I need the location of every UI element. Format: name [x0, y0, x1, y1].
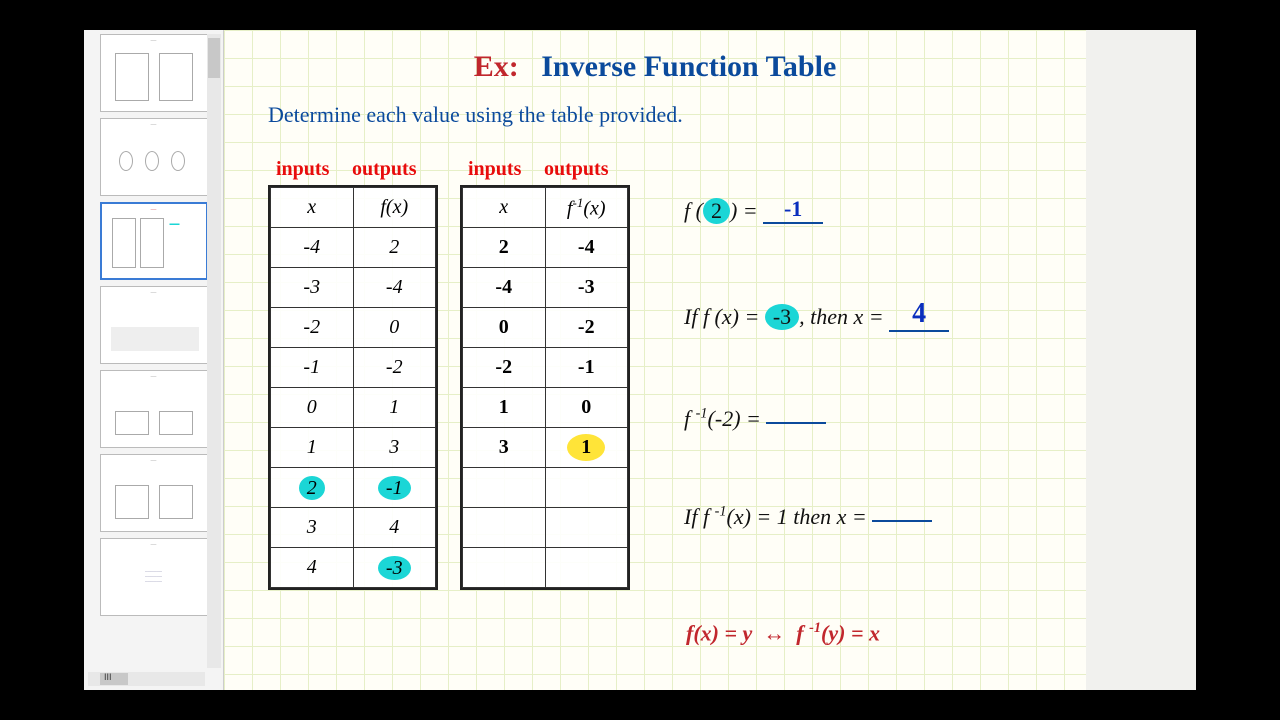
slide-right-margin [1086, 30, 1196, 690]
slide-thumb-7[interactable]: ── ────────────────── [100, 538, 208, 616]
label-outputs-2: outputs [544, 158, 608, 181]
th-x: x [463, 188, 546, 228]
app-window: ── ── ── ▬▬ ── ── ── [84, 30, 1196, 690]
hl-cell: -3 [378, 556, 411, 580]
th-x: x [271, 188, 354, 228]
slide-thumbnail-panel: ── ── ── ▬▬ ── ── ── [84, 30, 224, 690]
title-ex-label: Ex: [474, 50, 519, 83]
table-finv: x f-1(x) 2-4 -4-3 0-2 -2-1 10 3 1 [460, 185, 630, 590]
slide-subtitle: Determine each value using the table pro… [268, 102, 683, 128]
answer-2: 4 [912, 298, 926, 329]
title-main-label: Inverse Function Table [541, 50, 836, 83]
slide-thumb-5[interactable]: ── [100, 370, 208, 448]
answer-1: -1 [784, 196, 802, 221]
hl-yellow-cell: 1 [567, 434, 605, 461]
equation-3: f -1(-2) = [684, 406, 826, 432]
hl-arg: 2 [703, 198, 730, 224]
slide-title: Ex: Inverse Function Table [224, 50, 1086, 84]
hl-cell: -1 [378, 476, 411, 500]
label-inputs-1: inputs [276, 158, 329, 181]
label-outputs-1: outputs [352, 158, 416, 181]
hl-val: -3 [765, 304, 799, 330]
table-fx: x f(x) -42 -3-4 -20 -1-2 01 13 2 -1 34 4… [268, 185, 438, 590]
slide-thumb-6[interactable]: ── [100, 454, 208, 532]
thumb-scrollbar-vertical[interactable] [207, 34, 221, 668]
slide-thumb-2[interactable]: ── [100, 118, 208, 196]
equation-1: f (2) = -1 [684, 198, 823, 226]
slide-thumb-4[interactable]: ── [100, 286, 208, 364]
label-inputs-2: inputs [468, 158, 521, 181]
table-header-row: x f-1(x) [463, 188, 628, 228]
thumb-scrollbar-horizontal[interactable]: III [88, 672, 205, 686]
slide-canvas: Ex: Inverse Function Table Determine eac… [224, 30, 1196, 690]
equation-2: If f (x) = -3, then x = 4 [684, 300, 949, 334]
slide-thumb-1[interactable]: ── [100, 34, 208, 112]
table-header-row: x f(x) [271, 188, 436, 228]
th-finvx: f-1(x) [545, 188, 628, 228]
hl-cell: 2 [299, 476, 325, 500]
th-fx: f(x) [353, 188, 436, 228]
slide-thumb-3[interactable]: ── ▬▬ [100, 202, 208, 280]
scroll-label: III [104, 672, 112, 682]
equation-identity: f(x) = y ↔ f -1(y) = x [686, 620, 880, 646]
equation-4: If f -1(x) = 1 then x = [684, 504, 932, 530]
